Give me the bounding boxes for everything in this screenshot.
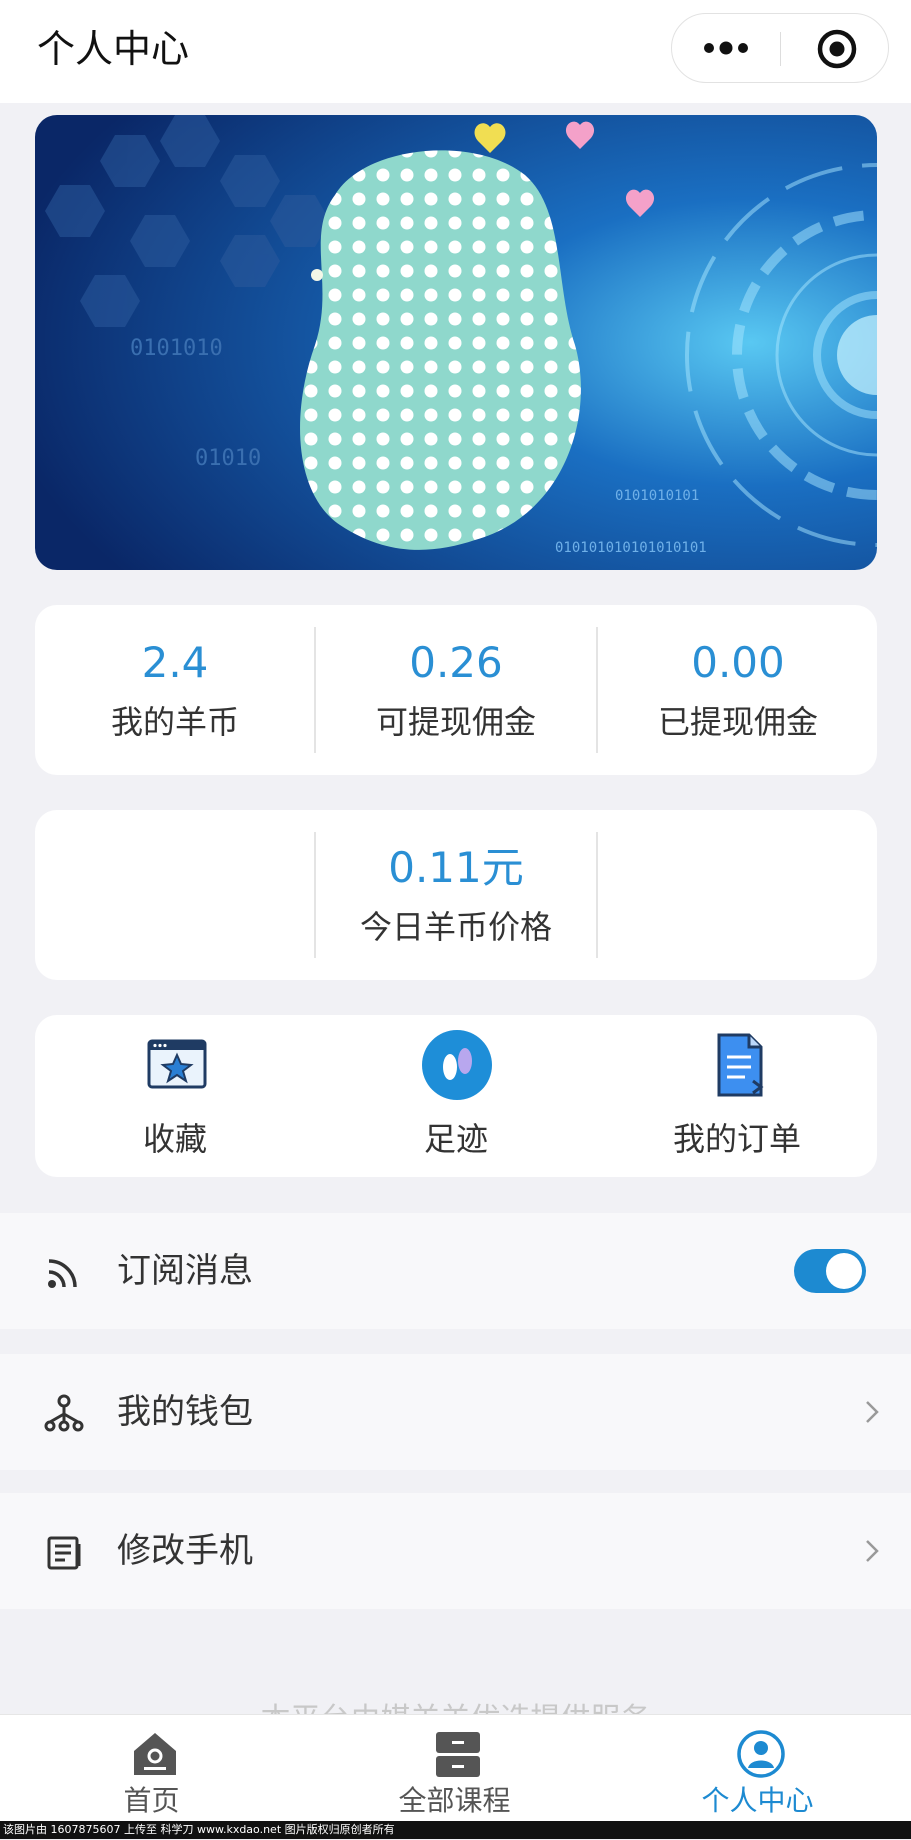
price-divider-right [596,832,598,958]
courses-drawer-icon [436,1732,480,1777]
menu-row-subscribe: 订阅消息 [0,1213,911,1329]
home-icon [134,1733,176,1775]
chevron-right-icon [866,1401,879,1423]
rss-icon [48,1259,77,1288]
banner-binary-3: 0101010101 [615,488,699,504]
stat-label: 已提现佣金 [657,703,818,741]
top-nav-bar: 个人中心 [0,0,911,103]
shortcut-label: 收藏 [142,1120,207,1158]
today-coin-price: 0.11元 今日羊币价格 [316,810,596,949]
banner-binary-1: 0101010 [130,336,223,361]
stat-withdrawable[interactable]: 0.26 可提现佣金 [316,605,596,744]
shortcut-label: 我的订单 [672,1120,801,1158]
menu-row-wallet[interactable]: 我的钱包 [0,1354,911,1470]
change-phone-label: 修改手机 [117,1531,253,1571]
mini-program-capsule [671,13,889,83]
shortcut-label: 足迹 [423,1120,488,1158]
banner-binary-4: 010101010101010101 [555,540,707,556]
favorite-window-icon [147,1039,207,1089]
image-watermark-strip: 该图片由 1607875607 上传至 科学刀 www.kxdao.net 图片… [0,1821,911,1839]
wallet-stats-card: 2.4 我的羊币 0.26 可提现佣金 0.00 已提现佣金 [35,605,877,775]
stat-value: 2.4 [141,638,209,687]
stat-value: 0.00 [691,638,785,687]
price-label: 今日羊币价格 [359,908,552,946]
stat-withdrawn[interactable]: 0.00 已提现佣金 [598,605,878,744]
footprint-icon [422,1030,492,1100]
profile-icon [737,1730,785,1778]
chevron-right-icon [866,1540,879,1562]
stat-label: 可提现佣金 [375,703,536,741]
menu-row-change-phone[interactable]: 修改手机 [0,1493,911,1609]
stat-my-coins[interactable]: 2.4 我的羊币 [35,605,315,744]
toggle-knob [826,1253,862,1289]
stat-label: 我的羊币 [110,703,239,741]
coin-price-card: 0.11元 今日羊币价格 [35,810,877,980]
network-icon [44,1394,84,1432]
tab-label: 全部课程 [398,1784,511,1817]
promo-banner[interactable]: 0101010 01010 0101010101 010101010101010… [35,115,877,570]
shortcuts-card: 收藏 足迹 我的订单 [35,1015,877,1177]
tab-label: 个人中心 [701,1784,814,1817]
edit-list-icon [47,1536,81,1570]
capsule-divider [780,32,781,66]
page-title: 个人中心 [37,27,190,71]
subscribe-toggle[interactable] [794,1249,866,1293]
tab-label: 首页 [123,1784,180,1817]
banner-binary-2: 01010 [195,446,261,471]
stat-value: 0.26 [409,638,503,687]
price-value: 0.11元 [388,843,524,892]
banner-illustration: 0101010 01010 0101010101 010101010101010… [35,115,877,570]
subscribe-label: 订阅消息 [117,1251,253,1291]
more-dots-icon[interactable] [702,36,750,60]
wallet-label: 我的钱包 [117,1392,253,1432]
target-circle-icon[interactable] [816,28,858,70]
order-document-icon [717,1033,764,1097]
